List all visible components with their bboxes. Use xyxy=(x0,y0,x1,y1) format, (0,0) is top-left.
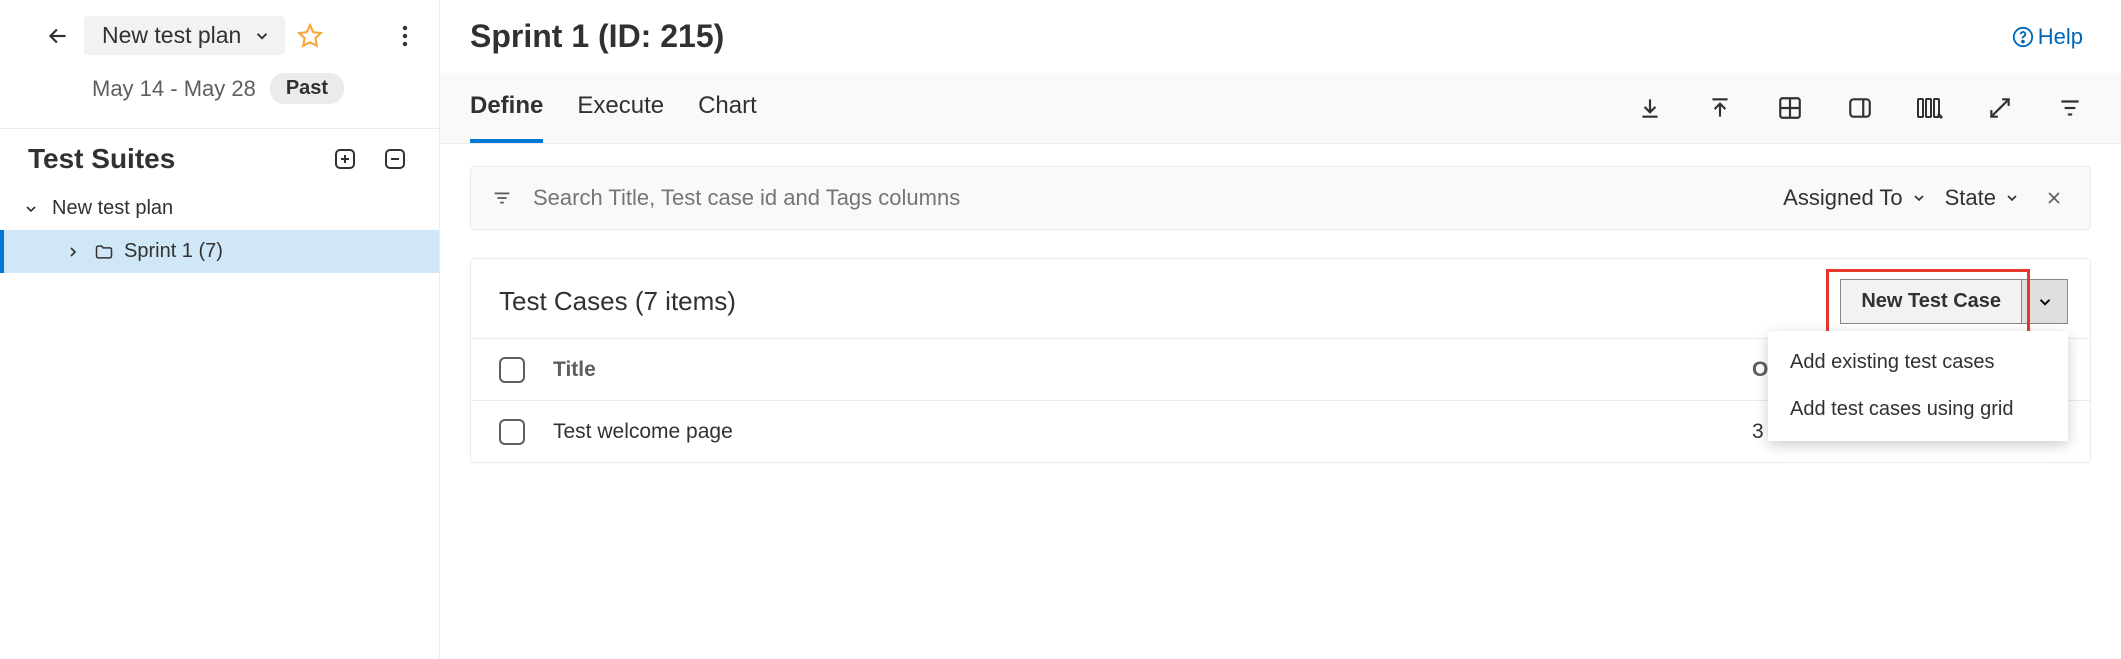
test-plan-selector[interactable]: New test plan xyxy=(84,16,285,55)
tree-item-label: New test plan xyxy=(52,197,173,220)
chevron-right-icon xyxy=(62,244,84,260)
main-content: Sprint 1 (ID: 215) Help Define Execute C… xyxy=(440,0,2121,659)
tab-label: Define xyxy=(470,92,543,120)
download-icon xyxy=(1637,95,1663,121)
iteration-date-range: May 14 - May 28 xyxy=(92,76,256,102)
suite-tree-root[interactable]: New test plan xyxy=(0,187,439,230)
back-button[interactable] xyxy=(40,18,76,54)
import-button[interactable] xyxy=(1705,93,1735,123)
tree-item-label: Sprint 1 (7) xyxy=(124,240,223,263)
menu-item-add-grid[interactable]: Add test cases using grid xyxy=(1768,386,2068,433)
column-options-button[interactable] xyxy=(1915,93,1945,123)
chevron-down-icon xyxy=(1911,190,1927,206)
panel-right-icon xyxy=(1847,95,1873,121)
expand-icon xyxy=(1987,95,2013,121)
clear-filters-button[interactable] xyxy=(2038,188,2070,208)
favorite-button[interactable] xyxy=(297,23,323,49)
star-icon xyxy=(297,23,323,49)
grid-view-button[interactable] xyxy=(1775,93,1805,123)
menu-item-add-existing[interactable]: Add existing test cases xyxy=(1768,339,2068,386)
cell-title: Test welcome page xyxy=(553,420,1752,444)
select-all-checkbox[interactable] xyxy=(499,357,525,383)
columns-edit-icon xyxy=(1916,95,1944,121)
chevron-down-icon xyxy=(253,27,271,45)
filter-state[interactable]: State xyxy=(1945,185,2020,211)
arrow-left-icon xyxy=(45,23,71,49)
search-input[interactable] xyxy=(531,184,1765,212)
filter-icon xyxy=(2057,95,2083,121)
folder-icon xyxy=(94,242,114,262)
chevron-down-icon xyxy=(2004,190,2020,206)
help-icon xyxy=(2012,26,2034,48)
collapse-all-button[interactable] xyxy=(379,143,411,175)
grid-icon xyxy=(1777,95,1803,121)
suite-tree-item-sprint[interactable]: Sprint 1 (7) xyxy=(0,230,439,273)
filter-button[interactable] xyxy=(2055,93,2085,123)
upload-icon xyxy=(1707,95,1733,121)
menu-item-label: Add test cases using grid xyxy=(1790,398,2013,420)
help-label: Help xyxy=(2038,24,2083,50)
test-suites-heading: Test Suites xyxy=(28,143,175,175)
sidebar: New test plan May 14 - May 28 Past Test … xyxy=(0,0,440,659)
chevron-down-icon xyxy=(20,201,42,217)
side-panel-button[interactable] xyxy=(1845,93,1875,123)
menu-item-label: Add existing test cases xyxy=(1790,351,1995,373)
new-test-case-split-button: New Test Case xyxy=(1840,279,2068,324)
test-plan-name: New test plan xyxy=(102,22,241,49)
page-title: Sprint 1 (ID: 215) xyxy=(470,18,724,55)
tab-execute[interactable]: Execute xyxy=(577,73,664,143)
close-icon xyxy=(2044,188,2064,208)
column-header-title[interactable]: Title xyxy=(553,358,1752,382)
export-button[interactable] xyxy=(1635,93,1665,123)
more-vertical-icon xyxy=(402,25,408,47)
fullscreen-button[interactable] xyxy=(1985,93,2015,123)
plus-square-icon xyxy=(333,147,357,171)
suite-tree: New test plan Sprint 1 (7) xyxy=(0,183,439,277)
filter-label: Assigned To xyxy=(1783,185,1902,211)
minus-square-icon xyxy=(383,147,407,171)
help-link[interactable]: Help xyxy=(2012,24,2091,50)
new-test-case-dropdown-toggle[interactable] xyxy=(2022,279,2068,324)
filter-bar: Assigned To State xyxy=(470,166,2091,230)
filter-assigned-to[interactable]: Assigned To xyxy=(1783,185,1926,211)
tab-label: Execute xyxy=(577,92,664,120)
button-label: New Test Case xyxy=(1861,290,2001,312)
filter-label: State xyxy=(1945,185,1996,211)
new-test-case-menu: Add existing test cases Add test cases u… xyxy=(1768,331,2068,441)
tab-chart[interactable]: Chart xyxy=(698,73,757,143)
row-checkbox[interactable] xyxy=(499,419,525,445)
expand-all-button[interactable] xyxy=(329,143,361,175)
new-test-case-button[interactable]: New Test Case xyxy=(1840,279,2022,324)
tab-define[interactable]: Define xyxy=(470,73,543,143)
chevron-down-icon xyxy=(2036,293,2054,311)
test-cases-card: Test Cases (7 items) New Test Case Add e… xyxy=(470,258,2091,463)
iteration-status-badge: Past xyxy=(270,73,344,104)
test-cases-heading: Test Cases (7 items) xyxy=(499,286,736,317)
filter-settings-icon[interactable] xyxy=(491,187,513,209)
more-actions-button[interactable] xyxy=(387,18,423,54)
tab-label: Chart xyxy=(698,92,757,120)
